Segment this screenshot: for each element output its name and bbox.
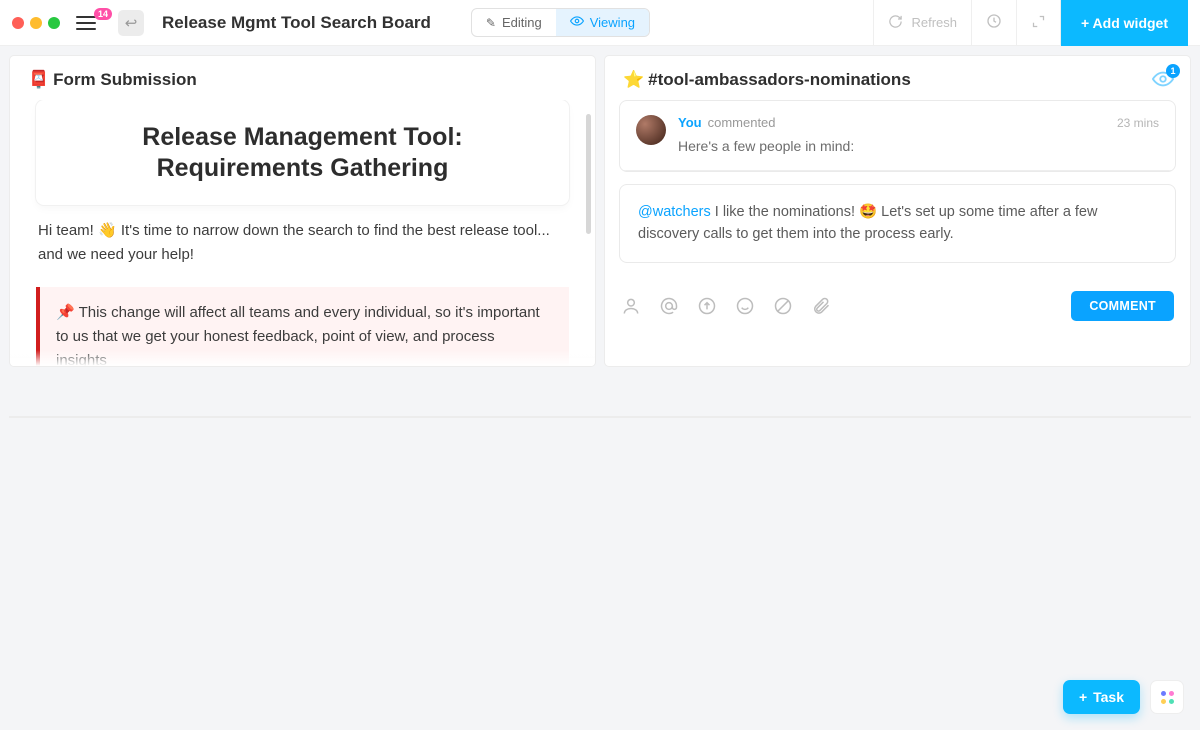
zoom-window-icon[interactable] xyxy=(48,17,60,29)
hamburger-icon xyxy=(76,16,96,30)
thread-reply[interactable]: @watchers I like the nominations! 🤩 Let'… xyxy=(619,184,1176,263)
back-arrow-icon: ↩ xyxy=(125,14,138,32)
minimize-window-icon[interactable] xyxy=(30,17,42,29)
upload-icon[interactable] xyxy=(697,296,717,316)
fullscreen-button[interactable] xyxy=(1016,0,1060,46)
author-you: You xyxy=(678,115,702,130)
topbar: 14 ↩ Release Mgmt Tool Search Board ✎ Ed… xyxy=(0,0,1200,46)
apps-button[interactable] xyxy=(1150,680,1184,714)
refresh-label: Refresh xyxy=(911,15,957,30)
menu-button[interactable]: 14 xyxy=(76,16,102,30)
ambassadors-card: ⭐ #tool-ambassadors-nominations 1 You co… xyxy=(605,56,1190,366)
refresh-button[interactable]: Refresh xyxy=(873,0,971,46)
comment-thread: You commented 23 mins Here's a few peopl… xyxy=(619,100,1176,172)
viewing-label: Viewing xyxy=(590,15,635,30)
refresh-icon xyxy=(888,14,903,32)
task-label: Task xyxy=(1093,689,1124,705)
amb-card-title: #tool-ambassadors-nominations xyxy=(648,70,911,90)
floating-actions: + Task xyxy=(1063,680,1184,714)
mention-icon[interactable] xyxy=(659,296,679,316)
mailbox-icon: 📮 xyxy=(28,70,49,90)
add-widget-button[interactable]: + Add widget xyxy=(1060,0,1188,46)
new-task-button[interactable]: + Task xyxy=(1063,680,1140,714)
thread-message: Here's a few people in mind: xyxy=(678,138,1159,154)
avatar[interactable] xyxy=(636,115,666,145)
close-window-icon[interactable] xyxy=(12,17,24,29)
form-card-body[interactable]: Release Management Tool: Requirements Ga… xyxy=(10,100,595,366)
notifications-badge: 14 xyxy=(94,8,112,20)
pushpin-icon: 📌 xyxy=(56,304,75,321)
add-widget-label: + Add widget xyxy=(1081,15,1168,31)
editing-mode-button[interactable]: ✎ Editing xyxy=(472,9,556,36)
compose-bar: COMMENT xyxy=(605,279,1190,335)
doc-card: Release Management Tool: Requirements Ga… xyxy=(36,100,569,205)
doc-title: Release Management Tool: Requirements Ga… xyxy=(66,122,539,185)
thread-meta: You commented 23 mins xyxy=(678,115,1159,130)
history-button[interactable] xyxy=(971,0,1016,46)
wave-icon: 👋 xyxy=(98,222,117,239)
scrollbar[interactable] xyxy=(586,114,591,234)
form-submission-card: 📮 Form Submission Release Management Too… xyxy=(10,56,595,366)
attachment-icon[interactable] xyxy=(811,296,831,316)
pencil-icon: ✎ xyxy=(486,16,496,30)
assign-icon[interactable] xyxy=(621,296,641,316)
watchers-count: 1 xyxy=(1166,64,1180,78)
page-title: Release Mgmt Tool Search Board xyxy=(162,13,431,33)
emoji-icon[interactable] xyxy=(735,296,755,316)
thread-head-row: You commented 23 mins Here's a few peopl… xyxy=(620,101,1175,171)
watchers-button[interactable]: 1 xyxy=(1152,68,1174,95)
viewing-mode-button[interactable]: Viewing xyxy=(556,9,649,36)
thread-time: 23 mins xyxy=(1117,116,1159,130)
expand-icon xyxy=(1031,14,1046,32)
amb-card-header: ⭐ #tool-ambassadors-nominations xyxy=(605,56,1190,100)
editing-label: Editing xyxy=(502,15,542,30)
top-right-actions: Refresh + Add widget xyxy=(873,0,1188,46)
board: 📮 Form Submission Release Management Too… xyxy=(0,46,1200,730)
eye-icon xyxy=(570,14,584,31)
form-card-title: Form Submission xyxy=(53,70,197,90)
star-icon: ⭐ xyxy=(623,70,644,90)
comment-button[interactable]: COMMENT xyxy=(1071,291,1174,321)
plus-icon: + xyxy=(1079,689,1087,705)
doc-intro: Hi team! 👋 It's time to narrow down the … xyxy=(38,219,567,267)
window-controls xyxy=(12,17,60,29)
view-mode-toggle: ✎ Editing Viewing xyxy=(471,8,650,37)
clock-icon xyxy=(986,13,1002,32)
slash-icon[interactable] xyxy=(773,296,793,316)
form-card-header: 📮 Form Submission xyxy=(10,56,595,100)
mention[interactable]: @watchers xyxy=(638,204,711,220)
doc-body: Hi team! 👋 It's time to narrow down the … xyxy=(38,219,567,267)
grid-icon xyxy=(1161,691,1174,704)
commented-label: commented xyxy=(708,115,776,130)
comment-button-label: COMMENT xyxy=(1089,299,1156,313)
back-button[interactable]: ↩ xyxy=(118,10,144,36)
